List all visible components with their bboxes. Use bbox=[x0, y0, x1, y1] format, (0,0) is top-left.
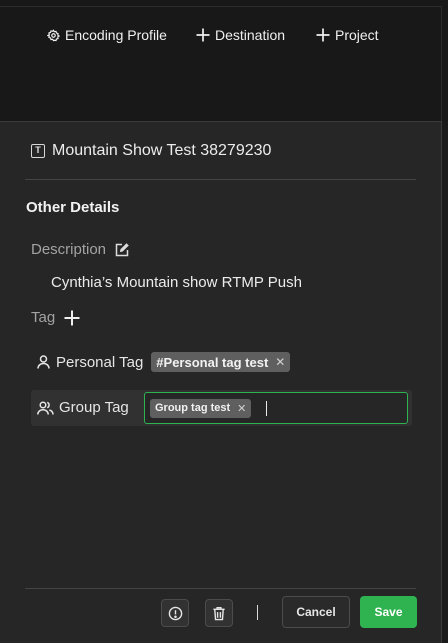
destination-label: Destination bbox=[215, 27, 286, 43]
footer-divider bbox=[25, 588, 416, 589]
plus-icon bbox=[316, 28, 330, 42]
description-label: Description bbox=[31, 241, 107, 258]
personal-tag-chip: #Personal tag test ✕ bbox=[151, 352, 291, 372]
personal-tag-label: Personal Tag bbox=[56, 353, 144, 371]
section-title: Other Details bbox=[26, 199, 120, 216]
users-icon bbox=[37, 400, 54, 415]
details-panel: T Mountain Show Test 38279230 Other Deta… bbox=[0, 121, 442, 643]
edit-icon[interactable] bbox=[115, 242, 129, 257]
toolbar-divider bbox=[0, 6, 441, 7]
event-title: Mountain Show Test 38279230 bbox=[52, 142, 272, 159]
cancel-button[interactable]: Cancel bbox=[282, 596, 350, 628]
group-tag-header: Group Tag bbox=[37, 399, 129, 416]
toolbar-edge bbox=[441, 6, 442, 121]
delete-button[interactable] bbox=[205, 599, 233, 627]
top-toolbar: Encoding Profile Destination Project bbox=[0, 0, 448, 121]
save-button[interactable]: Save bbox=[360, 596, 417, 628]
close-icon[interactable]: ✕ bbox=[275, 355, 285, 369]
info-button[interactable] bbox=[161, 599, 189, 627]
add-destination-button[interactable]: Destination bbox=[196, 24, 285, 46]
group-tag-input[interactable]: Group tag test ✕ bbox=[144, 392, 408, 424]
tag-header: Tag bbox=[31, 309, 80, 326]
group-tag-row: Group Tag Group tag test ✕ bbox=[31, 390, 412, 426]
add-project-button[interactable]: Project bbox=[316, 24, 379, 46]
chip-label: #Personal tag test bbox=[156, 354, 269, 370]
close-icon[interactable]: ✕ bbox=[237, 402, 246, 415]
add-tag-icon[interactable] bbox=[64, 310, 80, 326]
text-cursor bbox=[266, 400, 268, 416]
project-label: Project bbox=[335, 27, 379, 43]
encoding-profile-button[interactable]: Encoding Profile bbox=[47, 24, 167, 46]
trash-icon bbox=[212, 606, 226, 621]
personal-tag-row: Personal Tag #Personal tag test ✕ bbox=[37, 352, 291, 372]
description-value: Cynthia’s Mountain show RTMP Push bbox=[51, 274, 302, 291]
text-box-icon: T bbox=[31, 144, 45, 158]
divider bbox=[25, 179, 416, 180]
description-header: Description bbox=[31, 241, 129, 258]
plus-icon bbox=[196, 28, 210, 42]
footer-separator bbox=[257, 605, 258, 620]
info-icon bbox=[168, 606, 183, 621]
user-icon bbox=[37, 355, 50, 369]
group-tag-chip: Group tag test ✕ bbox=[150, 398, 252, 418]
title-row: T Mountain Show Test 38279230 bbox=[31, 142, 271, 160]
chip-label: Group tag test bbox=[155, 402, 231, 414]
tag-label: Tag bbox=[31, 309, 56, 326]
group-tag-label: Group Tag bbox=[59, 399, 129, 416]
gear-icon bbox=[47, 28, 60, 42]
encoding-profile-label: Encoding Profile bbox=[65, 27, 167, 43]
